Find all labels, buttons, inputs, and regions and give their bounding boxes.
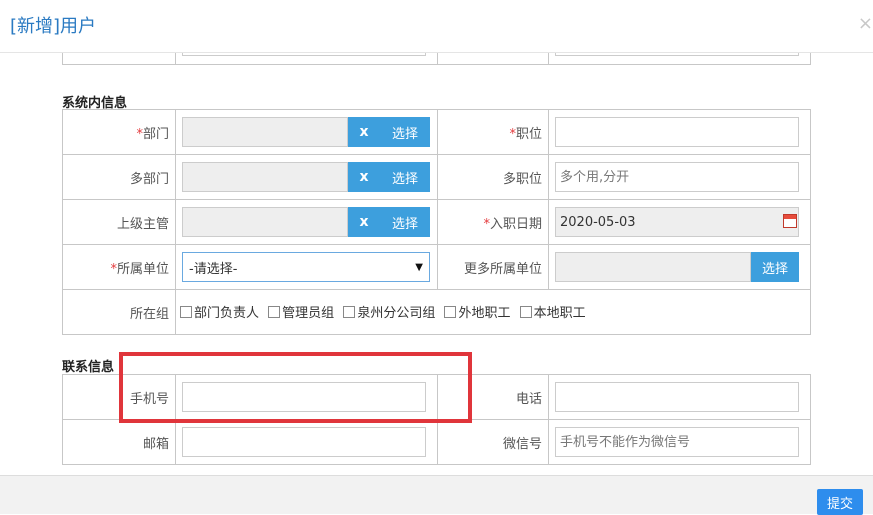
wechat-input[interactable] xyxy=(555,427,799,457)
contact-info-table: 手机号 电话 邮箱 微信号 xyxy=(62,374,811,465)
multi-position-cell xyxy=(548,154,811,200)
top-row-right-input[interactable] xyxy=(555,53,799,56)
system-info-table: *部门 x 选择 *职位 多部门 x 选择 多职位 多个用,分开 上级主管 x … xyxy=(62,109,811,335)
dialog-title: [新增]用户 xyxy=(10,16,97,37)
supervisor-clear-button[interactable]: x xyxy=(348,207,380,237)
wechat-cell xyxy=(548,419,811,465)
dialog-header: [新增]用户 × xyxy=(0,0,873,53)
supervisor-input[interactable] xyxy=(182,207,348,237)
chevron-down-icon: ▼ xyxy=(415,261,423,273)
dialog-body: 系统内信息 *部门 x 选择 *职位 多部门 x 选择 多职位 多个用,分开 上… xyxy=(0,53,873,475)
contact-section-heading: 联系信息 xyxy=(62,360,115,375)
group-label: 所在组 xyxy=(62,289,176,335)
checkbox[interactable] xyxy=(444,305,457,318)
group-option[interactable]: 部门负责人 xyxy=(180,302,259,321)
hire-date-input[interactable] xyxy=(555,207,799,237)
multi-position-input[interactable] xyxy=(555,162,799,192)
multi-department-cell: x 选择 xyxy=(175,154,438,200)
email-input[interactable] xyxy=(182,427,426,457)
position-label: *职位 xyxy=(437,109,549,155)
multi-department-select-button[interactable]: 选择 xyxy=(380,162,430,192)
group-option[interactable]: 管理员组 xyxy=(268,302,334,321)
email-cell xyxy=(175,419,438,465)
more-units-label: 更多所属单位 xyxy=(437,244,549,290)
supervisor-label: 上级主管 xyxy=(62,199,176,245)
close-icon[interactable]: × xyxy=(858,13,873,34)
phone-label: 电话 xyxy=(437,374,549,420)
multi-department-input[interactable] xyxy=(182,162,348,192)
checkbox[interactable] xyxy=(268,305,281,318)
phone-cell xyxy=(548,374,811,420)
checkbox[interactable] xyxy=(343,305,356,318)
multi-department-label: 多部门 xyxy=(62,154,176,200)
unit-cell: -请选择- ▼ xyxy=(175,244,438,290)
email-label: 邮箱 xyxy=(62,419,176,465)
supervisor-select-button[interactable]: 选择 xyxy=(380,207,430,237)
department-cell: x 选择 xyxy=(175,109,438,155)
department-clear-button[interactable]: x xyxy=(348,117,380,147)
checkbox[interactable] xyxy=(180,305,192,318)
position-input[interactable] xyxy=(555,117,799,147)
unit-label: *所属单位 xyxy=(62,244,176,290)
dialog-footer: 提交 xyxy=(0,475,873,515)
group-option[interactable]: 本地职工 xyxy=(519,302,586,321)
wechat-label: 微信号 xyxy=(437,419,549,465)
hire-date-cell xyxy=(548,199,811,245)
mobile-label: 手机号 xyxy=(62,374,176,420)
position-cell xyxy=(548,109,811,155)
unit-select-value: -请选择- xyxy=(189,261,238,277)
hire-date-label: *入职日期 xyxy=(437,199,549,245)
top-partial-table xyxy=(62,53,811,65)
more-units-cell: 选择 xyxy=(548,244,811,290)
calendar-icon[interactable] xyxy=(783,214,797,228)
supervisor-cell: x 选择 xyxy=(175,199,438,245)
top-row-left-input[interactable] xyxy=(182,53,426,56)
submit-button[interactable]: 提交 xyxy=(817,489,863,515)
unit-select[interactable]: -请选择- ▼ xyxy=(182,252,430,282)
department-input[interactable] xyxy=(182,117,348,147)
multi-department-clear-button[interactable]: x xyxy=(348,162,380,192)
multi-position-label: 多职位 xyxy=(437,154,549,200)
group-option[interactable]: 泉州分公司组 xyxy=(343,302,435,321)
more-units-select-button[interactable]: 选择 xyxy=(751,252,799,282)
department-label: *部门 xyxy=(62,109,176,155)
top-row-right-cell xyxy=(548,53,811,65)
top-row-left-cell xyxy=(175,53,438,65)
more-units-input[interactable] xyxy=(555,252,751,282)
group-cell: 部门负责人 管理员组 泉州分公司组 外地职工 本地职工 xyxy=(175,289,811,335)
checkbox[interactable] xyxy=(519,305,532,318)
phone-input[interactable] xyxy=(555,382,799,412)
top-row-label-cell xyxy=(62,53,176,65)
mobile-input[interactable] xyxy=(182,382,426,412)
department-select-button[interactable]: 选择 xyxy=(380,117,430,147)
group-option[interactable]: 外地职工 xyxy=(444,302,510,321)
top-row-label-cell-2 xyxy=(437,53,549,65)
mobile-cell xyxy=(175,374,438,420)
